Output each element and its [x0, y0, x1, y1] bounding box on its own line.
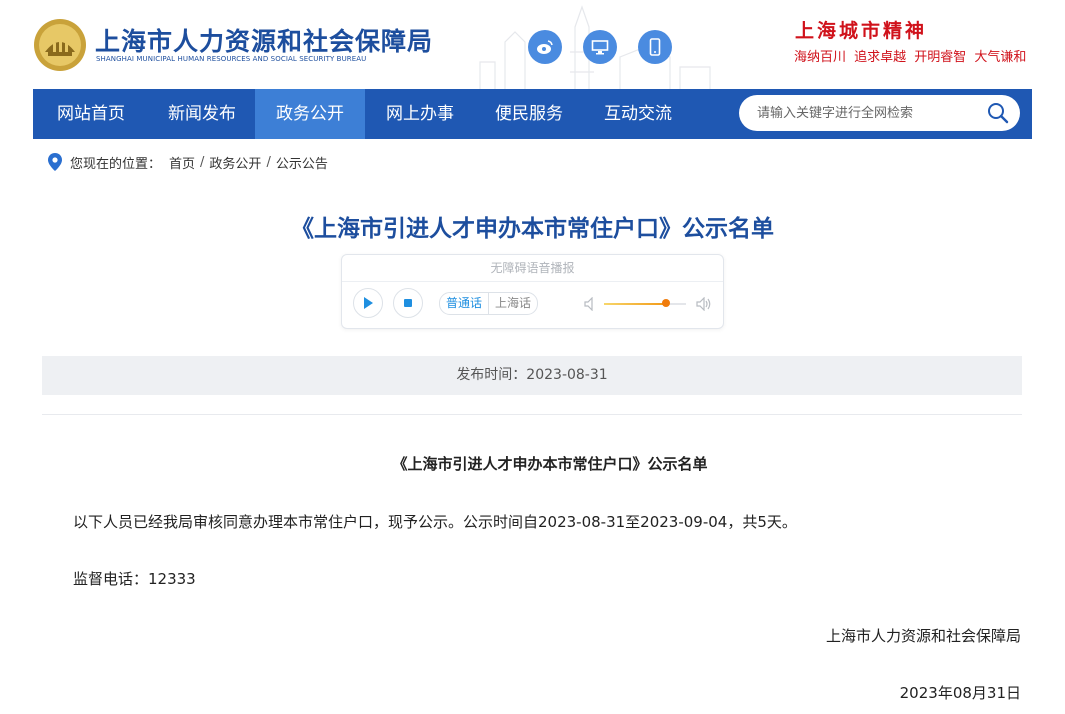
- city-spirit-words: 海纳百川 追求卓越 开明睿智 大气谦和: [794, 50, 1027, 65]
- emblem-icon[interactable]: [33, 18, 87, 72]
- article-paragraph: 以下人员已经我局审核同意办理本市常住户口，现予公示。公示时间自2023-08-3…: [73, 513, 797, 531]
- publish-time: 发布时间：2023-08-31: [456, 367, 608, 383]
- play-icon: [364, 297, 373, 309]
- breadcrumb-government-affairs[interactable]: 政务公开: [209, 153, 261, 172]
- volume-high-icon[interactable]: [696, 297, 712, 311]
- breadcrumb: 您现在的位置： 首页 / 政务公开 / 公示公告: [48, 153, 328, 172]
- play-button[interactable]: [353, 288, 383, 318]
- stop-icon: [404, 299, 412, 307]
- breadcrumb-separator: /: [266, 154, 271, 170]
- language-shanghainese[interactable]: 上海话: [488, 293, 537, 314]
- nav-item-public-services[interactable]: 便民服务: [475, 89, 583, 139]
- divider: [42, 414, 1022, 415]
- search-icon[interactable]: [986, 101, 1010, 125]
- nav-item-home[interactable]: 网站首页: [33, 89, 149, 139]
- voice-player: 无障碍语音播报 普通话 上海话: [341, 254, 724, 329]
- stop-button[interactable]: [393, 288, 423, 318]
- weibo-icon[interactable]: [528, 30, 562, 64]
- location-pin-icon: [48, 153, 62, 171]
- nav-item-government-affairs[interactable]: 政务公开: [255, 89, 365, 139]
- main-nav: 网站首页 新闻发布 政务公开 网上办事 便民服务 互动交流: [33, 89, 1032, 139]
- search-input[interactable]: [757, 95, 977, 131]
- publish-time-bar: 发布时间：2023-08-31: [42, 356, 1022, 395]
- volume-slider-handle[interactable]: [662, 299, 671, 307]
- breadcrumb-separator: /: [200, 154, 205, 170]
- city-spirit-title: 上海城市精神: [795, 20, 928, 42]
- article-title: 《上海市引进人才申办本市常住户口》公示名单: [392, 455, 708, 473]
- breadcrumb-home[interactable]: 首页: [169, 153, 195, 172]
- site-subtitle: SHANGHAI MUNICIPAL HUMAN RESOURCES AND S…: [96, 55, 367, 63]
- language-mandarin[interactable]: 普通话: [440, 293, 488, 314]
- site-title[interactable]: 上海市人力资源和社会保障局: [95, 22, 433, 58]
- volume-slider[interactable]: [604, 299, 686, 307]
- voice-player-title: 无障碍语音播报: [342, 255, 723, 282]
- site-header: 上海市人力资源和社会保障局 SHANGHAI MUNICIPAL HUMAN R…: [0, 0, 1065, 90]
- search-box: [739, 95, 1020, 131]
- article-signature: 上海市人力资源和社会保障局: [825, 627, 1021, 645]
- nav-item-online-services[interactable]: 网上办事: [365, 89, 475, 139]
- breadcrumb-announcements[interactable]: 公示公告: [276, 153, 328, 172]
- breadcrumb-prefix: 您现在的位置：: [70, 156, 162, 172]
- mobile-icon[interactable]: [638, 30, 672, 64]
- volume-low-icon[interactable]: [584, 297, 596, 311]
- nav-item-news[interactable]: 新闻发布: [149, 89, 255, 139]
- article-date: 2023年08月31日: [899, 684, 1021, 702]
- language-toggle: 普通话 上海话: [439, 292, 539, 315]
- monitor-icon[interactable]: [583, 30, 617, 64]
- nav-item-interaction[interactable]: 互动交流: [583, 89, 693, 139]
- page-title: 《上海市引进人才申办本市常住户口》公示名单: [291, 216, 774, 242]
- supervision-hotline: 监督电话：12333: [73, 570, 196, 588]
- volume-slider-fill: [604, 303, 667, 305]
